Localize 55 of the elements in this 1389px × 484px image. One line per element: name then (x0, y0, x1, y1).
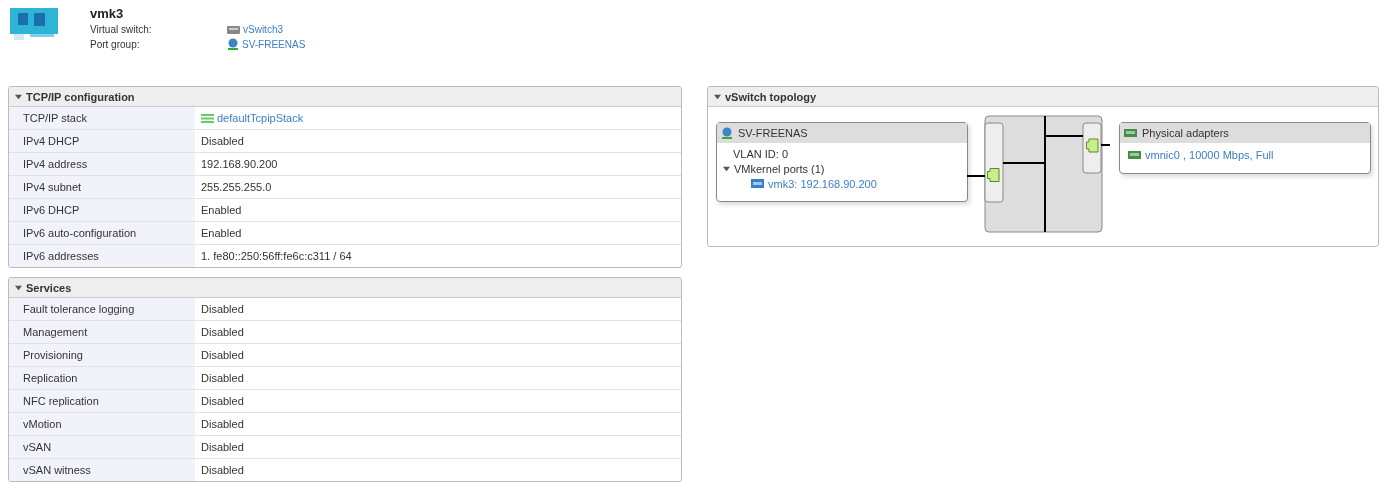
property-value: Disabled (200, 440, 245, 455)
adapter-icon (1124, 129, 1137, 137)
property-value: 1. fe80::250:56ff:fe6c:c311 / 64 (200, 249, 353, 264)
property-label: vSAN (9, 436, 195, 458)
caret-icon[interactable] (723, 165, 730, 172)
property-value: Disabled (200, 417, 245, 432)
property-value: Disabled (200, 394, 245, 409)
property-label: IPv4 subnet (9, 176, 195, 198)
interface-title: vmk3 (90, 6, 125, 21)
property-value: Disabled (200, 371, 245, 386)
property-label: IPv6 addresses (9, 245, 195, 267)
property-label: IPv6 auto-configuration (9, 222, 195, 244)
adapters-title: Physical adapters (1142, 127, 1229, 139)
property-label: NFC replication (9, 390, 195, 412)
adapter-icon (1128, 150, 1141, 159)
vlan-id: VLAN ID: 0 (733, 147, 789, 160)
caret-icon[interactable] (15, 284, 22, 291)
property-label: TCP/IP stack (9, 107, 195, 129)
property-label: Replication (9, 367, 195, 389)
property-value: 192.168.90.200 (200, 157, 279, 172)
property-label: IPv4 address (9, 153, 195, 175)
section-title[interactable]: vSwitch topology (725, 90, 817, 103)
field-label: Port group: (90, 38, 141, 50)
section-title[interactable]: TCP/IP configuration (26, 90, 135, 103)
stack-icon (201, 113, 214, 123)
section-title[interactable]: Services (26, 281, 72, 294)
property-label: IPv4 DHCP (9, 130, 195, 152)
property-link[interactable]: defaultTcpipStack (217, 112, 304, 124)
ports-label[interactable]: VMkernel ports (1) (734, 162, 825, 175)
property-value: 255.255.255.0 (200, 180, 273, 195)
property-label: Management (9, 321, 195, 343)
property-value: Disabled (200, 134, 245, 149)
adapter-link[interactable]: vmnic0 , 10000 Mbps, Full (1145, 148, 1274, 161)
property-label: Fault tolerance logging (9, 298, 195, 320)
field-label: Virtual switch: (90, 24, 153, 35)
property-value: Disabled (200, 302, 245, 317)
field-link[interactable]: SV-FREENAS (242, 38, 306, 50)
port-icon (751, 179, 764, 188)
property-value: Disabled (200, 348, 245, 363)
globe-icon (721, 127, 733, 139)
property-label: IPv6 DHCP (9, 199, 195, 221)
port-link[interactable]: vmk3: 192.168.90.200 (768, 177, 877, 190)
switch-icon (227, 25, 240, 34)
property-value: Enabled (200, 226, 243, 241)
property-value: Disabled (200, 325, 245, 340)
globe-icon (227, 38, 239, 50)
property-value: Disabled (200, 463, 245, 478)
caret-icon[interactable] (714, 93, 721, 100)
property-value: Enabled (200, 203, 243, 218)
caret-icon[interactable] (15, 93, 22, 100)
property-label: vMotion (9, 413, 195, 435)
field-link[interactable]: vSwitch3 (243, 24, 283, 35)
property-label: vSAN witness (9, 459, 195, 481)
port-group-name: SV-FREENAS (738, 127, 808, 139)
property-label: Provisioning (9, 344, 195, 366)
